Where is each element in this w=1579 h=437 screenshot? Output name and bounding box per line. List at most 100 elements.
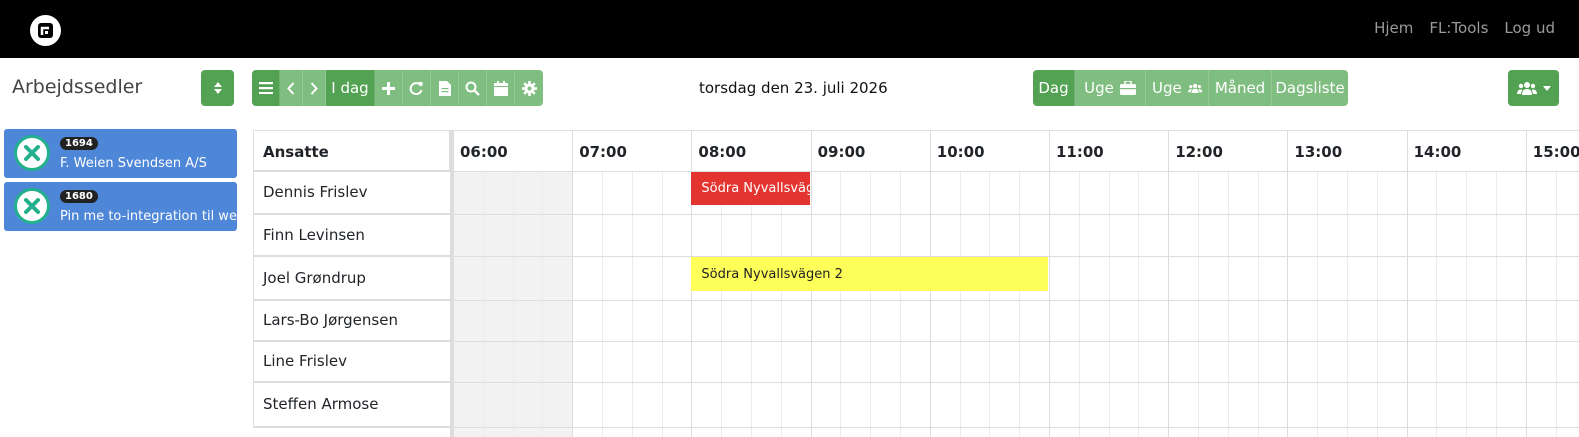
sort-icon — [213, 82, 222, 94]
document-button[interactable] — [431, 70, 459, 106]
employee-name[interactable]: Line Frislev — [253, 341, 450, 382]
slot-gridline — [959, 171, 961, 437]
hour-gridline — [1525, 171, 1527, 437]
row-divider — [253, 427, 1579, 428]
current-date: torsdag den 23. juli 2026 — [699, 79, 888, 97]
refresh-icon — [409, 81, 423, 95]
hour-header: 10:00 — [929, 130, 1049, 171]
plus-icon — [382, 81, 395, 95]
top-navbar: Hjem FL:Tools Log ud — [0, 0, 1579, 58]
slot-gridline — [1078, 171, 1080, 437]
briefcase-icon — [1119, 81, 1136, 95]
row-divider — [253, 382, 1579, 383]
hour-header: 07:00 — [572, 130, 692, 171]
slot-gridline — [602, 171, 603, 437]
slot-gridline — [1555, 171, 1557, 437]
close-icon — [24, 198, 40, 214]
slot-gridline — [780, 171, 782, 437]
slot-gridline — [1347, 171, 1348, 437]
job-number-badge: 1680 — [60, 190, 98, 203]
hour-header: 12:00 — [1168, 130, 1288, 171]
scheduler-grid: Ansatte 06:00 07:00 08:00 09:00 10:00 11:00 12… — [253, 130, 1579, 437]
nav-links: Hjem FL:Tools Log ud — [1374, 19, 1555, 37]
hour-gridline — [572, 171, 574, 437]
remove-job-button[interactable] — [14, 135, 50, 171]
slot-gridline — [1198, 171, 1199, 437]
caret-down-icon — [1542, 85, 1551, 91]
job-number-badge: 1694 — [60, 137, 98, 150]
calendar-nav-group: I dag — [252, 70, 543, 106]
close-icon — [24, 145, 40, 161]
hour-gridline — [929, 171, 931, 437]
view-day-button[interactable]: Dag — [1033, 70, 1075, 106]
hour-header: 14:00 — [1406, 130, 1526, 171]
settings-button[interactable] — [515, 70, 543, 106]
slot-gridline — [721, 171, 723, 437]
job-card[interactable]: 1694 F. Weien Svendsen A/S — [4, 129, 237, 178]
prev-button[interactable] — [280, 70, 303, 106]
remove-job-button[interactable] — [14, 188, 50, 224]
nav-link-home[interactable]: Hjem — [1374, 19, 1413, 37]
row-divider — [253, 300, 1579, 301]
hour-gridline — [1406, 171, 1408, 437]
menu-icon — [258, 82, 273, 94]
slot-gridline — [1496, 171, 1497, 437]
employees-header: Ansatte — [253, 130, 450, 171]
header-divider — [253, 171, 1579, 172]
schedule-event[interactable]: Södra Nyvallsvägen 2 — [691, 172, 810, 205]
hour-gridline — [1287, 171, 1289, 437]
job-card[interactable]: 1680 Pin me to-integration til we... — [4, 182, 249, 231]
sort-button[interactable] — [201, 70, 234, 106]
view-daylist-button[interactable]: Dagsliste — [1272, 70, 1348, 106]
today-button[interactable]: I dag — [326, 70, 375, 106]
employee-name[interactable]: Steffen Armose — [253, 382, 450, 427]
view-month-button[interactable]: Måned — [1209, 70, 1272, 106]
slot-gridline — [1317, 171, 1319, 437]
file-icon — [438, 80, 451, 96]
page-title: Arbejdssedler — [12, 76, 143, 98]
slot-gridline — [1108, 171, 1110, 437]
slot-gridline — [751, 171, 752, 437]
slot-gridline — [1019, 171, 1021, 437]
hour-header: 08:00 — [691, 130, 811, 171]
employees-dropdown-button[interactable] — [1508, 70, 1559, 106]
slot-gridline — [1257, 171, 1259, 437]
search-icon — [465, 81, 480, 96]
next-button[interactable] — [303, 70, 326, 106]
view-group: Dag Uge Uge Måned Dagsliste — [1033, 70, 1348, 106]
slot-gridline — [542, 171, 544, 437]
slot-gridline — [512, 171, 514, 437]
slot-gridline — [1466, 171, 1468, 437]
employee-name[interactable]: Lars-Bo Jørgensen — [253, 300, 450, 341]
menu-button[interactable] — [252, 70, 280, 106]
calendar-button[interactable] — [487, 70, 515, 106]
job-title: Pin me to-integration til we... — [60, 209, 250, 224]
refresh-button[interactable] — [403, 70, 431, 106]
search-button[interactable] — [459, 70, 487, 106]
users-icon — [1187, 83, 1202, 93]
employee-name[interactable]: Dennis Frislev — [253, 171, 450, 214]
chevron-right-icon — [310, 81, 318, 95]
nav-link-tools[interactable]: FL:Tools — [1429, 19, 1488, 37]
hour-gridline — [810, 171, 812, 437]
employee-name[interactable]: Finn Levinsen — [253, 214, 450, 256]
gear-icon — [521, 80, 537, 96]
add-button[interactable] — [375, 70, 403, 106]
nav-link-logout[interactable]: Log ud — [1504, 19, 1555, 37]
employee-name[interactable]: Joel Grøndrup — [253, 256, 450, 300]
slot-gridline — [661, 171, 663, 437]
view-week-jobs-label: Uge — [1084, 79, 1114, 97]
slot-gridline — [1436, 171, 1438, 437]
logo-icon[interactable] — [30, 15, 61, 46]
hour-header: 15:00 — [1525, 130, 1579, 171]
view-week-people-button[interactable]: Uge — [1146, 70, 1209, 106]
hour-header: 13:00 — [1287, 130, 1407, 171]
slot-gridline — [840, 171, 842, 437]
hour-gridline — [1168, 171, 1170, 437]
hour-header: 09:00 — [810, 130, 930, 171]
view-week-jobs-button[interactable]: Uge — [1075, 70, 1146, 106]
schedule-event[interactable]: Södra Nyvallsvägen 2 — [691, 257, 1048, 291]
row-divider — [253, 341, 1579, 342]
row-divider — [253, 214, 1579, 215]
slot-gridline — [631, 171, 633, 437]
